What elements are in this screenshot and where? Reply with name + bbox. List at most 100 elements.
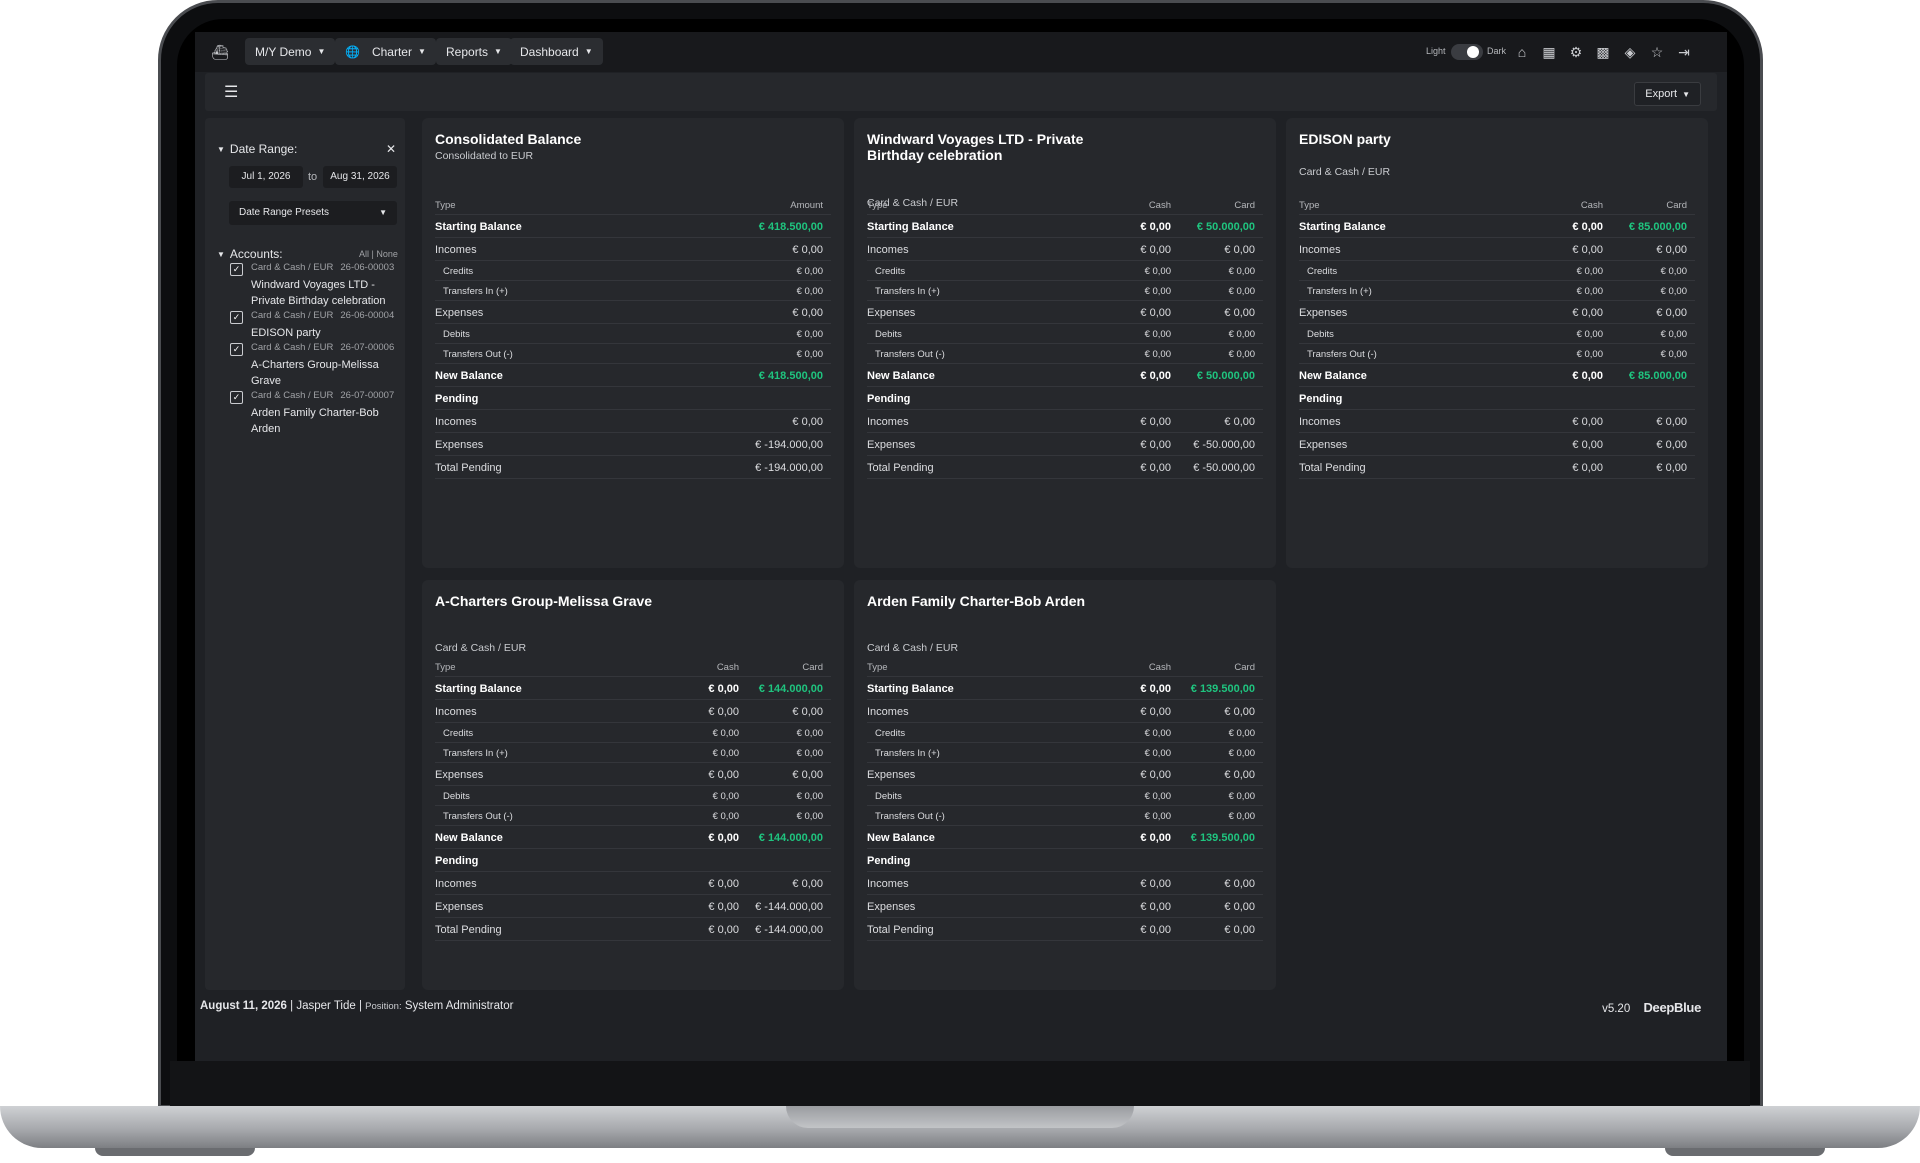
table-header-row: Type Cash Card — [435, 659, 831, 677]
row-cash: € 0,00 — [1140, 462, 1171, 474]
row-transfers-out: Transfers Out (-) € 0,00 € 0,00 — [1299, 344, 1695, 364]
row-label: Pending — [867, 393, 911, 405]
row-card: € 0,00 — [1656, 416, 1687, 428]
row-debits: Debits € 0,00 € 0,00 — [867, 786, 1263, 806]
row-debits: Debits € 0,00 € 0,00 — [1299, 324, 1695, 344]
column-header-card: Card — [1234, 662, 1255, 673]
account-type: Card & Cash / EUR — [251, 342, 334, 353]
row-starting-balance: Starting Balance € 0,00 € 144.000,00 — [435, 677, 831, 700]
chevron-down-icon: ▼ — [494, 47, 502, 56]
date-range-header[interactable]: ▼ Date Range: — [217, 142, 297, 156]
status-position: System Administrator — [404, 1000, 514, 1012]
date-from-input[interactable]: Jul 1, 2026 — [229, 166, 303, 188]
row-transfers-in: Transfers In (+) € 0,00 € 0,00 — [867, 743, 1263, 763]
logout-icon[interactable]: ⇥ — [1675, 43, 1693, 61]
date-to-input[interactable]: Aug 31, 2026 — [323, 166, 397, 188]
row-label: Transfers Out (-) — [443, 811, 513, 822]
chevron-down-icon: ▼ — [584, 47, 593, 56]
row-label: Starting Balance — [435, 683, 522, 695]
row-amount: € 0,00 — [796, 266, 823, 277]
row-cash: € 0,00 — [1140, 439, 1171, 451]
filter-sidebar: ▼ Date Range: ✕ Jul 1, 2026 to Aug 31, 2… — [205, 118, 405, 990]
close-icon[interactable]: ✕ — [386, 142, 396, 156]
row-card: € 0,00 — [1228, 349, 1255, 360]
row-card: € 0,00 — [1660, 329, 1687, 340]
export-button[interactable]: Export ▼ — [1634, 82, 1701, 106]
export-button-label: Export — [1645, 88, 1678, 100]
calendar-icon[interactable]: ▦ — [1540, 43, 1558, 61]
reports-menu[interactable]: Reports ▼ — [436, 38, 512, 65]
theme-light-label: Light — [1426, 46, 1446, 56]
qr-icon[interactable]: ▩ — [1594, 43, 1612, 61]
table-header-row: Type Cash Card — [1299, 197, 1695, 215]
row-expenses: Expenses € 0,00 € -50.000,00 — [867, 433, 1263, 456]
panel-title: EDISON party — [1299, 131, 1391, 147]
column-header-type: Type — [867, 200, 888, 211]
row-cash: € 0,00 — [1140, 370, 1171, 382]
row-credits: Credits € 0,00 — [435, 261, 831, 281]
date-range-presets-select[interactable]: Date Range Presets ▼ — [229, 201, 397, 225]
row-credits: Credits € 0,00 € 0,00 — [435, 723, 831, 743]
accounts-label: Accounts: — [229, 247, 283, 261]
star-icon[interactable]: ☆ — [1648, 43, 1666, 61]
row-label: Transfers Out (-) — [875, 811, 945, 822]
page-toolbar: ☰ Export ▼ — [205, 73, 1717, 111]
row-label: Pending — [435, 855, 479, 867]
row-card: € 0,00 — [1660, 286, 1687, 297]
row-card: € 0,00 — [796, 728, 823, 739]
row-card: € 0,00 — [1224, 901, 1255, 913]
status-user: Jasper Tide — [296, 1000, 356, 1012]
ship-icon[interactable]: ⛴ — [211, 43, 229, 61]
menu-icon[interactable]: ☰ — [224, 82, 238, 102]
row-label: Credits — [875, 266, 906, 277]
checkbox-icon[interactable]: ✓ — [230, 263, 243, 276]
row-label: Credits — [443, 266, 474, 277]
gear-icon[interactable]: ⚙ — [1567, 43, 1585, 61]
table-header-row: Type Cash Card — [867, 659, 1263, 677]
tag-icon[interactable]: ◈ — [1621, 43, 1639, 61]
row-incomes: Incomes € 0,00 — [435, 410, 831, 433]
consolidated-table: Type Amount Starting Balance € 418.500,00… — [435, 197, 831, 479]
row-cash: € 0,00 — [1572, 221, 1603, 233]
checkbox-icon[interactable]: ✓ — [230, 343, 243, 356]
account-panel-a-charters: A-Charters Group-Melissa Grave Card & Ca… — [422, 580, 844, 990]
row-credits: Credits € 0,00 € 0,00 — [1299, 261, 1695, 281]
row-label: Total Pending — [1299, 462, 1366, 474]
vessel-dropdown[interactable]: M/Y Demo ▼ — [245, 38, 336, 65]
row-pending: Pending — [867, 849, 1263, 872]
vessel-dropdown-label: M/Y Demo — [255, 44, 312, 59]
row-starting-balance: Starting Balance € 0,00 € 50.000,00 — [867, 215, 1263, 238]
accounts-header[interactable]: ▼ Accounts: — [217, 247, 283, 261]
dashboard-menu[interactable]: Dashboard ▼ — [510, 38, 603, 65]
checkbox-icon[interactable]: ✓ — [230, 391, 243, 404]
globe-icon: 🌐 — [345, 44, 360, 59]
row-expenses: Expenses € 0,00 — [435, 301, 831, 324]
column-header-type: Type — [1299, 200, 1320, 211]
row-amount: € 0,00 — [792, 307, 823, 319]
row-label: Expenses — [1299, 439, 1348, 451]
row-label: Starting Balance — [1299, 221, 1386, 233]
checkbox-icon[interactable]: ✓ — [230, 311, 243, 324]
row-transfers-in: Transfers In (+) € 0,00 € 0,00 — [867, 281, 1263, 301]
row-cash: € 0,00 — [1140, 878, 1171, 890]
row-expenses: Expenses € -194.000,00 — [435, 433, 831, 456]
reports-menu-label: Reports — [446, 44, 489, 59]
account-type: Card & Cash / EUR — [251, 390, 334, 401]
row-label: Credits — [443, 728, 474, 739]
row-cash: € 0,00 — [1576, 286, 1603, 297]
all-none-toggle[interactable]: All | None — [359, 249, 398, 259]
account-number: 26-07-00006 — [340, 342, 395, 353]
row-label: Expenses — [435, 439, 484, 451]
row-total-pending: Total Pending € 0,00 € -144.000,00 — [435, 918, 831, 941]
account-type: Card & Cash / EUR — [251, 310, 334, 321]
charter-menu[interactable]: 🌐 Charter ▼ — [335, 38, 436, 65]
row-amount: € 418.500,00 — [758, 221, 823, 233]
row-cash: € 0,00 — [712, 791, 739, 802]
row-label: Expenses — [867, 439, 916, 451]
row-card: € 0,00 — [1656, 462, 1687, 474]
theme-toggle[interactable] — [1451, 44, 1483, 60]
home-icon[interactable]: ⌂ — [1513, 43, 1531, 61]
row-pending: Pending — [1299, 387, 1695, 410]
account-number: 26-06-00004 — [340, 310, 395, 321]
row-label: Transfers In (+) — [443, 286, 508, 297]
